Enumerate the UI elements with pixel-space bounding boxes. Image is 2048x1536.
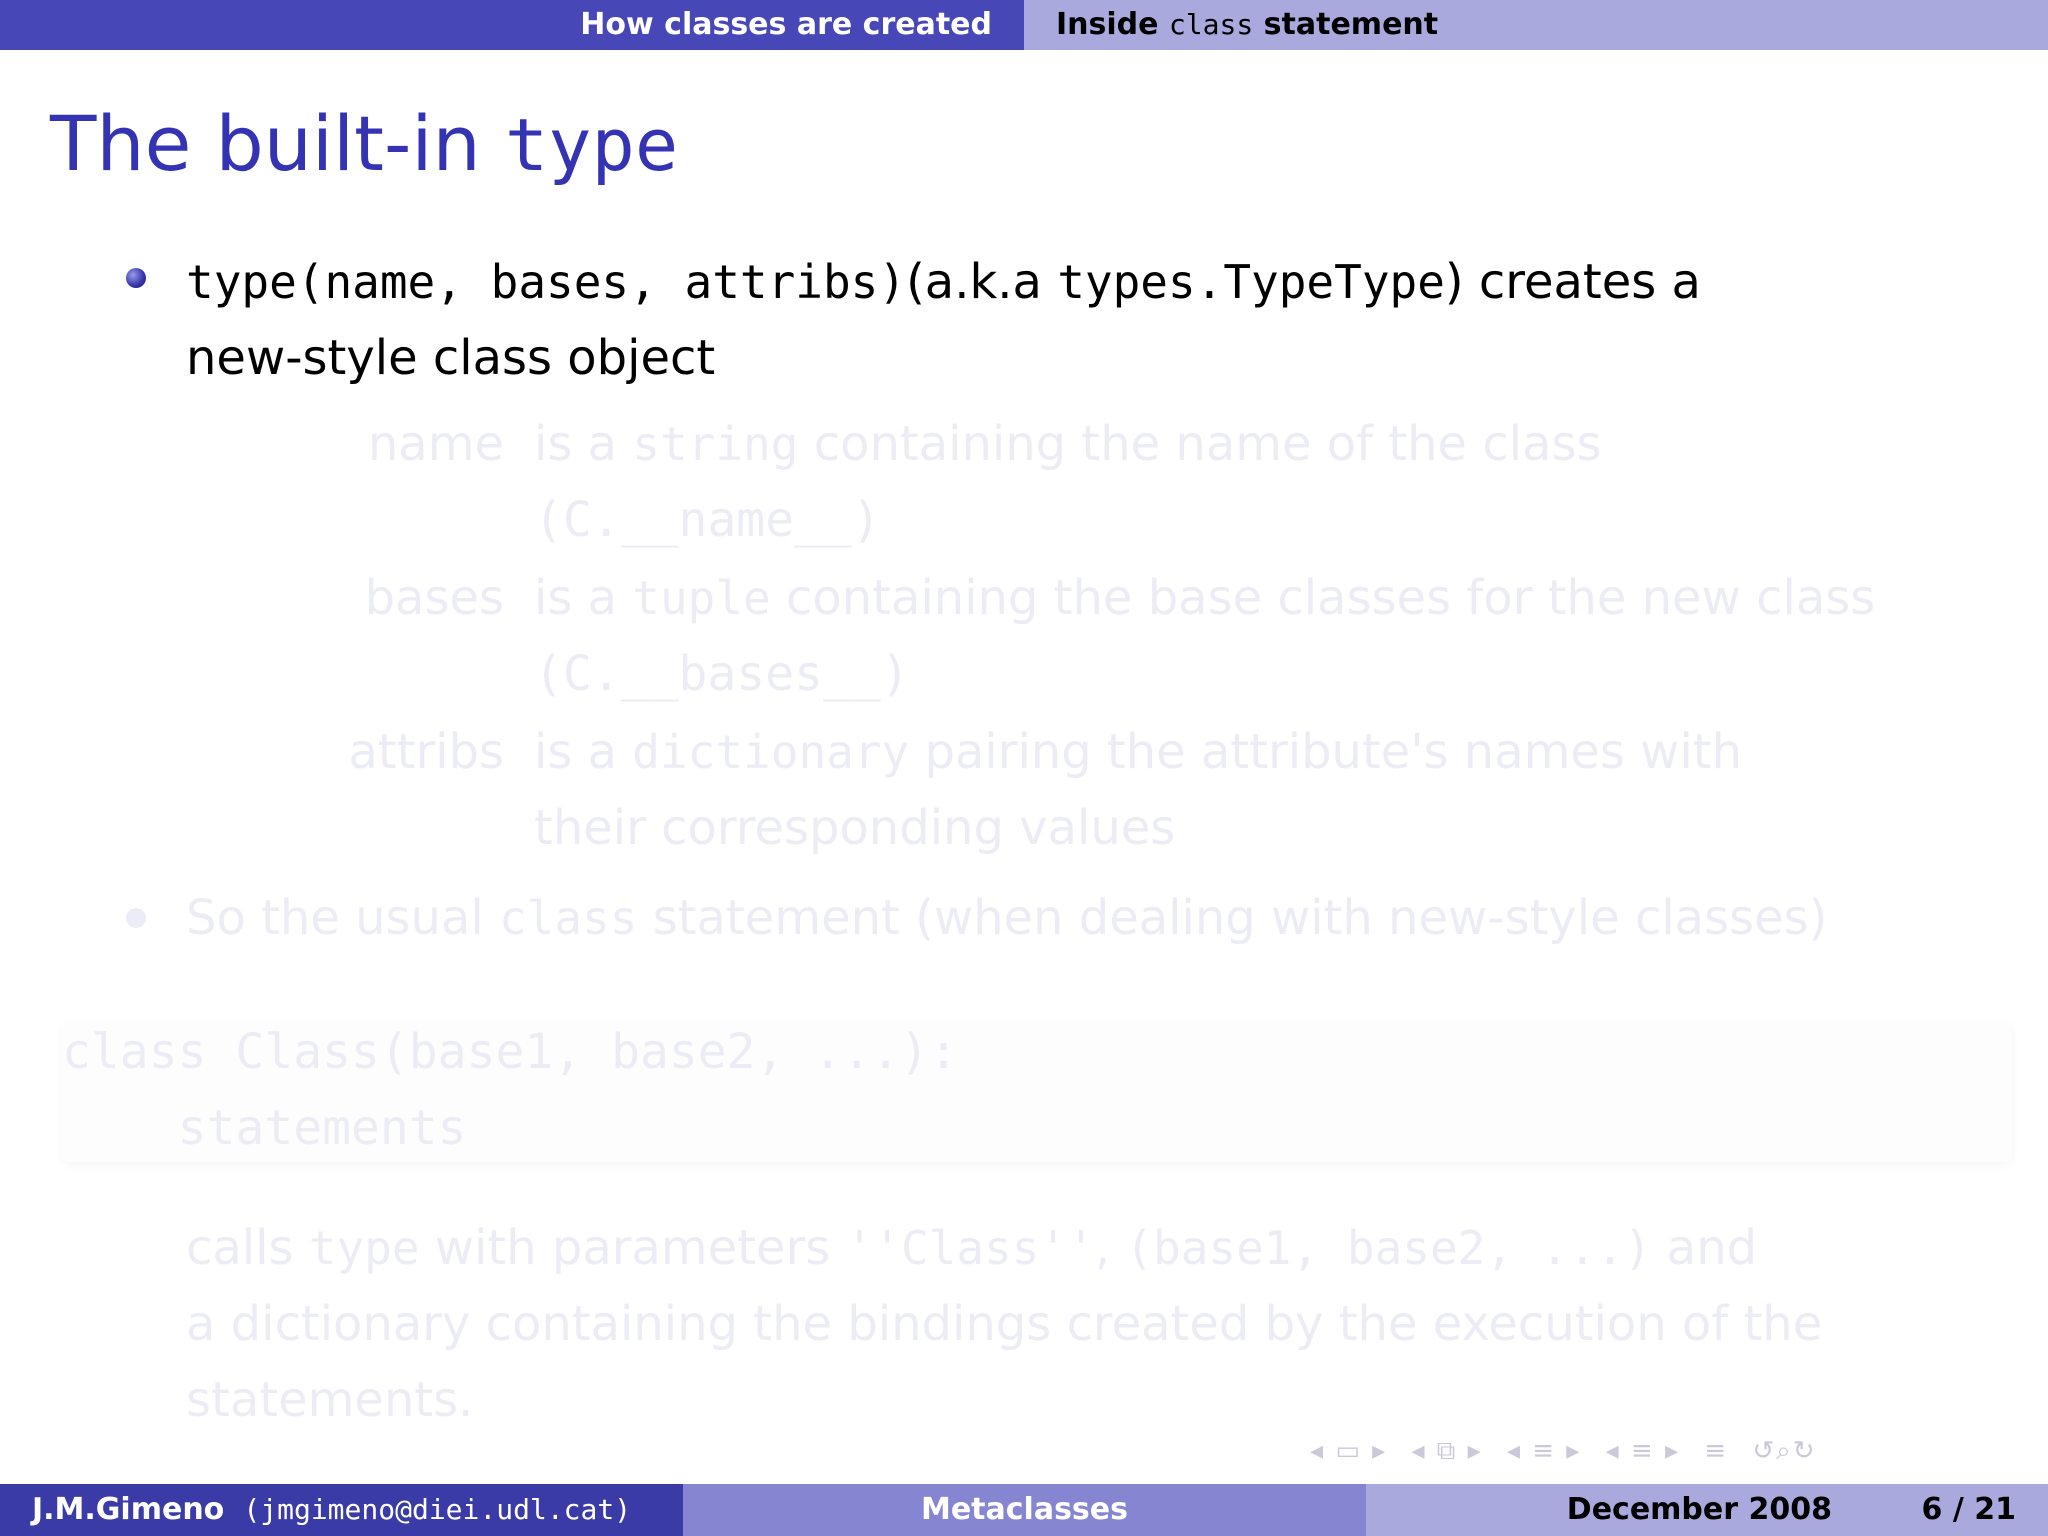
section-label: How classes are created: [580, 7, 992, 42]
definition-body: is a string containing the name of the c…: [534, 416, 1602, 472]
definition-term: bases: [364, 570, 504, 626]
subsection-nav-icon[interactable]: ◂ ⧉ ▸: [1411, 1436, 1482, 1466]
code-line: statements: [62, 1100, 467, 1156]
header-nav-bar: How classes are created Inside class sta…: [0, 0, 2048, 50]
footer-date: December 2008: [1566, 1492, 1832, 1527]
bullet-text-line2: new-style class object: [186, 330, 716, 386]
bullet-text: So the usual class statement (when deali…: [186, 890, 1828, 946]
section-nav-icon[interactable]: ◂ ≡ ▸: [1507, 1436, 1581, 1466]
explanation-text: calls type with parameters ''Class'', (b…: [186, 1220, 1758, 1276]
definition-term: name: [367, 416, 504, 472]
frame-nav-icon[interactable]: ◂ ▭ ▸: [1310, 1436, 1387, 1466]
bullet-text: type(name, bases, attribs)(a.k.a types.T…: [186, 254, 1701, 310]
document-nav-icon[interactable]: ◂ ≡ ▸: [1606, 1436, 1680, 1466]
definition-term: attribs: [348, 724, 504, 780]
search-icon[interactable]: ↺⌕↻: [1752, 1436, 1816, 1466]
explanation-text-line2: a dictionary containing the bindings cre…: [186, 1296, 1823, 1352]
code-line: class Class(base1, base2, ...):: [62, 1024, 958, 1080]
subsection-link-current[interactable]: Inside class statement: [1024, 0, 2048, 50]
back-forward-icon[interactable]: ≡: [1704, 1436, 1728, 1466]
definition-body-line2: (C.__name__): [534, 492, 881, 548]
definition-body-line2: their corresponding values: [534, 800, 1176, 856]
bullet-icon: [126, 908, 146, 928]
definition-body: is a tuple containing the base classes f…: [534, 570, 1876, 626]
footer-author[interactable]: J.M.Gimeno (jmgimeno@diei.udl.cat): [0, 1484, 683, 1536]
page-number: 6 / 21: [1921, 1492, 2016, 1527]
explanation-text-line3: statements.: [186, 1372, 474, 1428]
frame-title: The built-in type: [50, 99, 679, 188]
bullet-icon: [126, 268, 146, 288]
navigation-symbols: ◂ ▭ ▸ ◂ ⧉ ▸ ◂ ≡ ▸ ◂ ≡ ▸ ≡ ↺⌕↻: [1310, 1436, 1831, 1467]
subsection-label: Inside class statement: [1056, 7, 1439, 42]
definition-body: is a dictionary pairing the attribute's …: [534, 724, 1743, 780]
footer-date-page: December 2008 6 / 21: [1366, 1484, 2048, 1536]
footer-bar: J.M.Gimeno (jmgimeno@diei.udl.cat) Metac…: [0, 1484, 2048, 1536]
definition-body-line2: (C.__bases__): [534, 646, 910, 702]
footer-email: (jmgimeno@diei.udl.cat): [243, 1493, 632, 1526]
section-link-current[interactable]: How classes are created: [0, 0, 1024, 50]
footer-title[interactable]: Metaclasses: [683, 1484, 1366, 1536]
